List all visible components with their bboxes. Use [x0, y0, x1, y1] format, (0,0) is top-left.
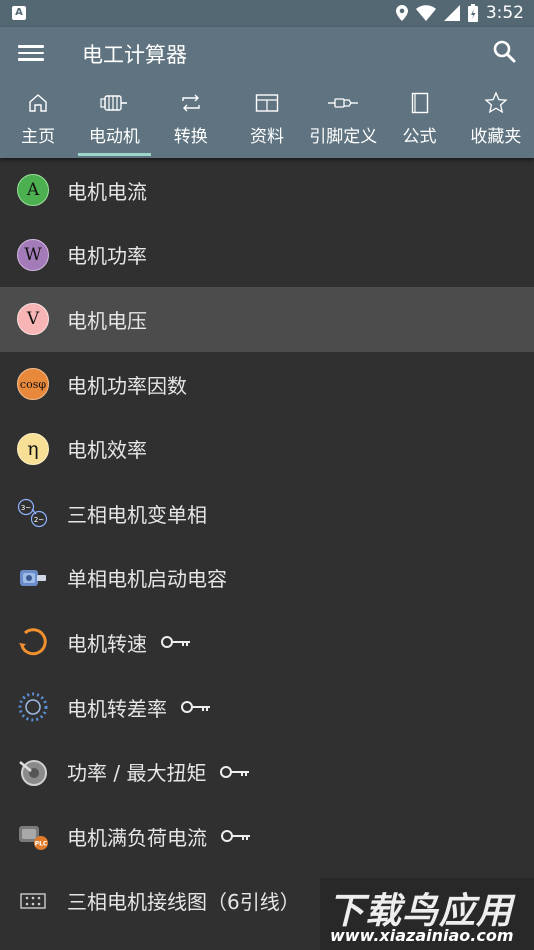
tab-motor[interactable]: 电动机	[76, 83, 152, 158]
tab-label: 引脚定义	[309, 127, 378, 147]
tab-formula[interactable]: 公式	[381, 83, 457, 158]
tab-label: 公式	[402, 127, 437, 147]
key-lock-icon	[220, 765, 250, 779]
list-item-power-factor[interactable]: cosφ 电机功率因数	[0, 352, 534, 417]
list-item-label: 单相电机启动电容	[67, 567, 227, 592]
battery-icon	[467, 4, 478, 22]
list-item-motor-efficiency[interactable]: η 电机效率	[0, 416, 534, 481]
search-icon	[493, 40, 516, 63]
list-item-label: 电机效率	[67, 438, 147, 463]
menu-icon	[18, 45, 44, 48]
key-lock-icon	[181, 700, 211, 714]
terminal-block-icon	[17, 885, 49, 917]
list-item-label: 电机转速	[67, 631, 147, 656]
repeat-icon	[182, 94, 200, 112]
torque-icon	[17, 756, 49, 788]
list-item-label: 电机电流	[67, 179, 147, 204]
list-item-label: 电机转差率	[67, 696, 167, 721]
list-item-label: 电机满负荷电流	[67, 825, 207, 850]
signal-icon	[443, 5, 460, 21]
tab-bar: 主页 电动机 转换 资料 引脚定义 公式 收藏夹	[0, 83, 534, 158]
list-item-label: 功率 / 最大扭矩	[67, 761, 207, 786]
list-item-motor-current[interactable]: A 电机电流	[0, 158, 534, 223]
menu-button[interactable]	[18, 41, 44, 65]
tab-pinout[interactable]: 引脚定义	[305, 83, 381, 158]
eta-icon: η	[17, 432, 49, 465]
star-icon	[484, 91, 508, 114]
search-button[interactable]	[490, 37, 520, 67]
list-item-motor-speed[interactable]: 电机转速	[0, 610, 534, 675]
status-icons: 3:52	[395, 3, 524, 23]
book-icon	[411, 92, 428, 114]
list-item-power-max-torque[interactable]: 功率 / 最大扭矩	[0, 739, 534, 804]
key-lock-icon	[161, 635, 191, 649]
clock: 3:52	[485, 3, 524, 23]
connector-icon	[328, 98, 359, 108]
watermark-url: www.xiazainiao.com	[330, 926, 514, 945]
list-item-label: 电机功率因数	[67, 373, 187, 398]
slip-dial-icon	[17, 691, 49, 723]
voltage-v-icon: V	[17, 303, 49, 336]
page-title: 电工计算器	[82, 43, 187, 67]
list-item-three-to-single-phase[interactable]: 3~ 2~ 三相电机变单相	[0, 481, 534, 546]
list-item-motor-power[interactable]: W 电机功率	[0, 223, 534, 288]
list-item-full-load-current[interactable]: PLC 电机满负荷电流	[0, 804, 534, 869]
phase-convert-icon: 3~ 2~	[17, 497, 49, 529]
list-item-label: 电机功率	[67, 244, 147, 269]
list-item-slip-rate[interactable]: 电机转差率	[0, 675, 534, 740]
app-bar: 电工计算器 主页 电动机 转换 资料 引脚定义 公式 收藏夹	[0, 27, 534, 158]
tab-favorites[interactable]: 收藏夹	[458, 83, 534, 158]
notification-app-icon: A	[12, 6, 26, 20]
location-icon	[395, 5, 408, 21]
key-lock-icon	[221, 829, 251, 843]
svg-text:PLC: PLC	[35, 841, 48, 848]
motor-plc-icon: PLC	[17, 820, 49, 852]
table-icon	[255, 94, 279, 112]
tab-label: 电动机	[88, 127, 140, 147]
motor-calculator-list: A 电机电流 W 电机功率 V 电机电压 cosφ 电机功率因数 η 电机效率 …	[0, 158, 534, 933]
motor-icon	[100, 95, 128, 111]
cos-phi-icon: cosφ	[17, 368, 49, 401]
list-item-label: 三相电机接线图（6引线）	[67, 890, 300, 915]
svg-text:3~: 3~	[21, 504, 31, 512]
list-item-label: 三相电机变单相	[67, 502, 207, 527]
tab-label: 主页	[21, 127, 56, 147]
watermark: 下载鸟应用 www.xiazainiao.com	[320, 878, 534, 950]
tab-convert[interactable]: 转换	[153, 83, 229, 158]
tab-label: 转换	[173, 127, 208, 147]
home-icon	[29, 94, 47, 112]
svg-text:2~: 2~	[34, 516, 44, 524]
list-item-label: 电机电压	[67, 308, 147, 333]
wifi-icon	[415, 5, 436, 21]
current-a-icon: A	[17, 174, 49, 207]
power-w-icon: W	[17, 238, 49, 271]
rotation-speed-icon	[17, 626, 49, 658]
tab-label: 资料	[249, 127, 284, 147]
list-item-motor-voltage[interactable]: V 电机电压	[0, 287, 534, 352]
tab-home[interactable]: 主页	[0, 83, 76, 158]
tab-reference[interactable]: 资料	[229, 83, 305, 158]
list-item-start-capacitor[interactable]: 单相电机启动电容	[0, 546, 534, 611]
motor-capacitor-icon	[17, 562, 49, 594]
status-bar: A 3:52	[0, 0, 534, 27]
tab-label: 收藏夹	[470, 127, 522, 147]
